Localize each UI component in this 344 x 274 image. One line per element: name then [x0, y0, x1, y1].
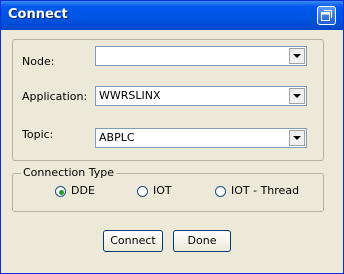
connect-button[interactable]: Connect — [103, 230, 163, 252]
radio-iot-thread-label: IOT - Thread — [231, 184, 300, 197]
application-label: Application: — [22, 90, 88, 103]
chevron-down-icon — [293, 54, 301, 58]
connection-type-legend: Connection Type — [21, 166, 117, 179]
topic-combobox[interactable]: ABPLC — [95, 128, 307, 148]
application-dropdown-button[interactable] — [289, 88, 305, 104]
connection-type-group: Connection Type DDE IOT IOT - Thread — [12, 166, 324, 212]
node-combobox[interactable] — [95, 46, 307, 66]
radio-circle — [55, 186, 66, 197]
topic-dropdown-button[interactable] — [289, 130, 305, 146]
connection-settings-group: Node: Application: WWRSLINX Topic: ABPLC — [12, 39, 324, 161]
restore-window-icon — [321, 10, 332, 21]
node-dropdown-button[interactable] — [289, 48, 305, 64]
chevron-down-icon — [293, 136, 301, 140]
radio-circle — [137, 186, 148, 197]
radio-iot-label: IOT — [153, 184, 172, 197]
done-button[interactable]: Done — [173, 230, 231, 252]
title-bar: Connect — [1, 1, 343, 30]
restore-window-button[interactable] — [317, 6, 336, 25]
topic-label: Topic: — [22, 128, 54, 141]
chevron-down-icon — [293, 94, 301, 98]
application-value: WWRSLINX — [99, 89, 161, 102]
application-combobox[interactable]: WWRSLINX — [95, 86, 307, 106]
node-label: Node: — [22, 55, 55, 68]
connect-dialog: Connect Node: Application: WWRSLINX Topi… — [0, 0, 344, 274]
radio-selected-dot — [59, 190, 64, 195]
radio-circle — [215, 186, 226, 197]
window-title: Connect — [8, 7, 68, 22]
radio-dde-label: DDE — [71, 184, 95, 197]
topic-value: ABPLC — [99, 131, 135, 144]
